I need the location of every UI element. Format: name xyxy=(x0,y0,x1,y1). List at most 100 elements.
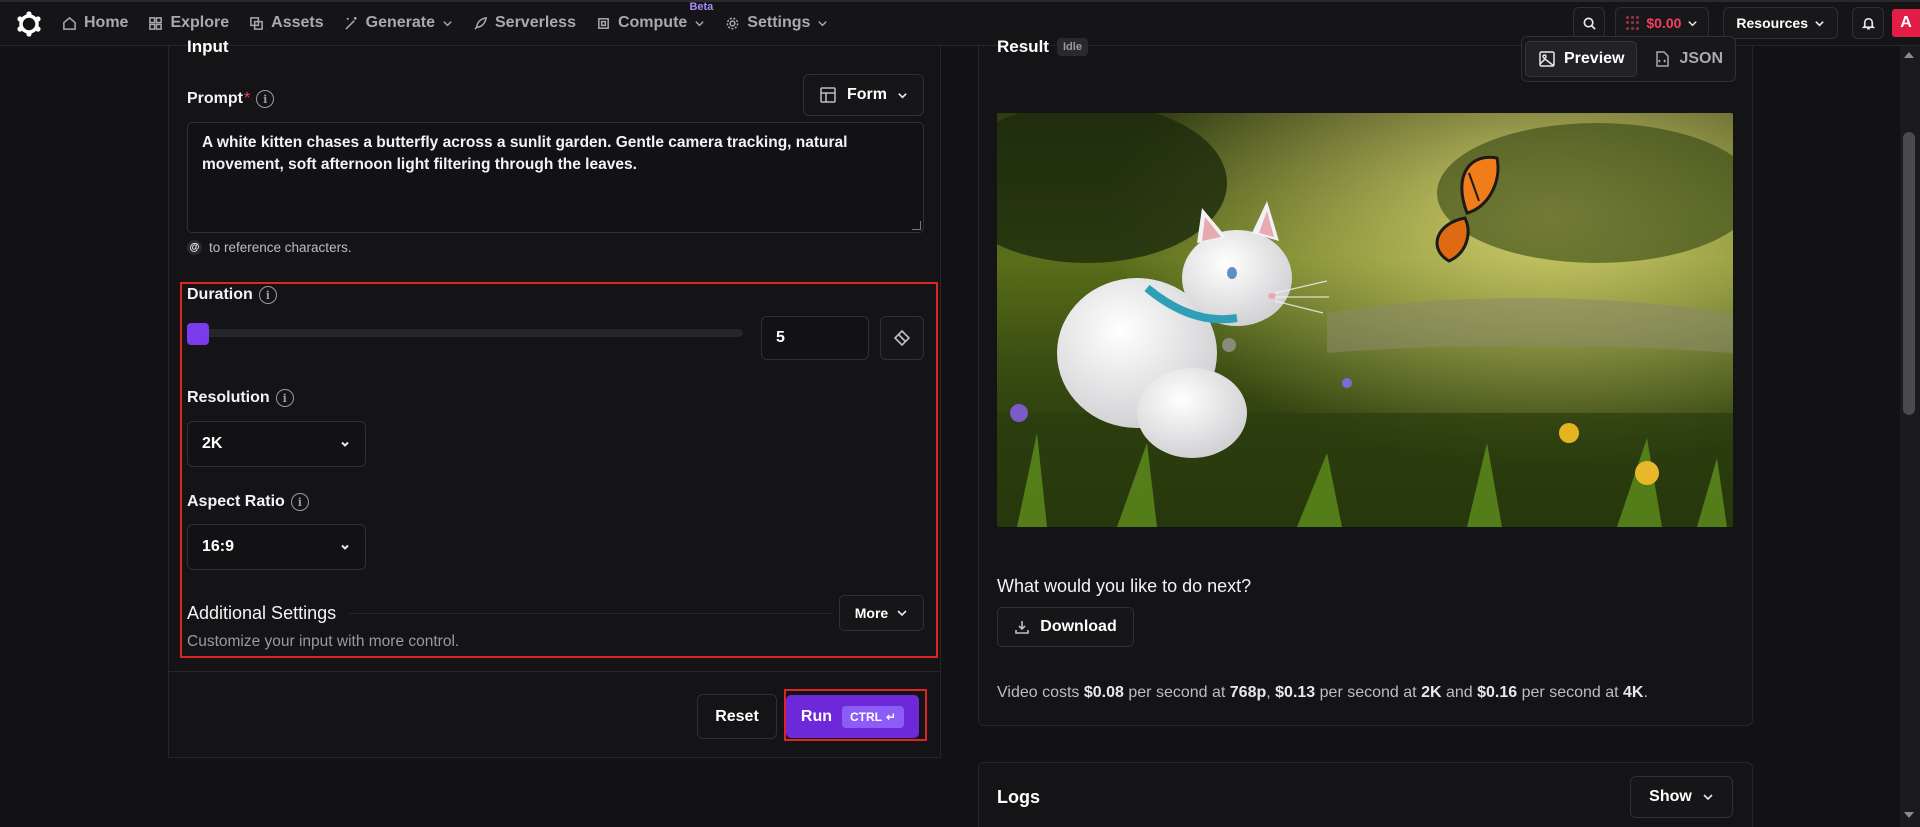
nav-settings-label: Settings xyxy=(747,14,811,31)
home-icon xyxy=(63,16,76,30)
chevron-down-icon xyxy=(443,20,452,26)
chip-icon xyxy=(598,17,609,29)
chevron-down-icon xyxy=(1703,794,1713,801)
tab-preview-label: Preview xyxy=(1564,50,1625,67)
view-tabs: Preview JSON xyxy=(1521,36,1736,82)
reset-button[interactable]: Reset xyxy=(697,694,777,739)
enter-icon: ↵ xyxy=(886,709,897,724)
shortcut-text: CTRL xyxy=(850,709,883,724)
cost-price-4k: $0.16 xyxy=(1477,684,1518,701)
cost-per-second-text: per second at xyxy=(1521,684,1619,701)
nav-assets[interactable]: Assets xyxy=(249,14,324,32)
resize-handle-icon[interactable] xyxy=(912,221,921,230)
reference-hint: @ to reference characters. xyxy=(187,240,352,255)
tab-json[interactable]: JSON xyxy=(1641,41,1735,77)
settings-highlight-box xyxy=(180,282,938,658)
reset-label: Reset xyxy=(715,707,759,725)
nav-settings[interactable]: Settings xyxy=(725,14,828,32)
reference-hint-text: to reference characters. xyxy=(209,240,352,255)
nav-serverless[interactable]: Serverless xyxy=(473,14,576,32)
nav-serverless-label: Serverless xyxy=(495,14,576,31)
assets-icon xyxy=(250,16,264,30)
cost-per-second-text: per second at xyxy=(1128,684,1226,701)
prompt-text: A white kitten chases a butterfly across… xyxy=(202,134,848,173)
scroll-up-icon[interactable] xyxy=(1904,52,1914,58)
file-code-icon xyxy=(1656,51,1670,67)
input-panel: Input Form Prompt * i A white kitten chas… xyxy=(168,37,941,758)
table-icon xyxy=(820,87,836,103)
keyboard-shortcut: CTRL ↵ xyxy=(842,705,905,728)
wand-icon xyxy=(344,16,357,30)
gear-icon xyxy=(726,17,739,29)
comma: , xyxy=(1266,684,1271,701)
tab-json-label: JSON xyxy=(1679,50,1724,67)
grid-icon xyxy=(149,16,163,30)
cost-price-2k: $0.13 xyxy=(1275,684,1316,701)
required-mark: * xyxy=(244,90,251,107)
tab-preview[interactable]: Preview xyxy=(1525,41,1638,77)
beta-badge: Beta xyxy=(689,1,714,13)
search-icon xyxy=(1583,17,1596,30)
cost-price-768p: $0.08 xyxy=(1083,684,1124,701)
logs-panel: Logs Show xyxy=(978,762,1753,827)
resources-button[interactable]: Resources xyxy=(1723,7,1838,39)
cost-info: Video costs $0.08 per second at 768p, $0… xyxy=(997,684,1648,702)
scrollbar-thumb[interactable] xyxy=(1903,132,1915,415)
nav-generate-label: Generate xyxy=(365,14,435,31)
chevron-down-icon xyxy=(695,20,704,26)
status-badge: Idle xyxy=(1057,38,1088,56)
result-panel: Result Idle Preview JSON What would you … xyxy=(978,36,1753,726)
nav-home[interactable]: Home xyxy=(62,14,128,32)
cost-per-second-text: per second at xyxy=(1319,684,1417,701)
chevron-down-icon xyxy=(1688,20,1698,26)
info-icon[interactable]: i xyxy=(256,90,275,108)
form-mode-button[interactable]: Form xyxy=(803,74,924,116)
avatar[interactable]: A xyxy=(1892,9,1920,37)
input-title: Input xyxy=(187,37,229,56)
show-label: Show xyxy=(1649,788,1692,805)
download-button[interactable]: Download xyxy=(997,607,1134,647)
cost-prefix: Video costs xyxy=(997,684,1080,701)
show-logs-button[interactable]: Show xyxy=(1630,776,1733,818)
run-label: Run xyxy=(800,707,833,725)
nav-compute[interactable]: Compute Beta xyxy=(596,1,713,32)
form-mode-label: Form xyxy=(847,86,887,103)
search-button[interactable] xyxy=(1573,7,1606,39)
resources-label: Resources xyxy=(1736,15,1808,31)
period: . xyxy=(1643,684,1648,701)
scroll-down-icon[interactable] xyxy=(1904,812,1914,818)
cost-resolution-2k: 2K xyxy=(1421,684,1442,701)
chevron-down-icon xyxy=(898,92,907,99)
nav-home-label: Home xyxy=(84,14,129,31)
balance-amount: $0.00 xyxy=(1646,15,1682,31)
nav-explore[interactable]: Explore xyxy=(148,14,229,32)
prompt-label-text: Prompt xyxy=(187,90,243,107)
at-icon: @ xyxy=(187,240,202,255)
next-steps-question: What would you like to do next? xyxy=(997,576,1252,596)
bell-icon xyxy=(1861,17,1875,29)
chevron-down-icon xyxy=(1815,20,1824,27)
cost-resolution-768p: 768p xyxy=(1229,684,1267,701)
download-icon xyxy=(1015,621,1030,634)
rocket-icon xyxy=(474,16,488,30)
cost-resolution-4k: 4K xyxy=(1623,684,1644,701)
logo-icon[interactable] xyxy=(16,11,42,37)
divider xyxy=(169,671,940,672)
credits-icon xyxy=(1626,16,1640,30)
prompt-textarea[interactable]: A white kitten chases a butterfly across… xyxy=(187,122,924,233)
cost-and: and xyxy=(1445,684,1473,701)
nav-compute-label: Compute xyxy=(617,14,688,31)
run-button[interactable]: Run CTRL ↵ xyxy=(786,695,919,738)
preview-image xyxy=(997,113,1733,527)
nav-assets-label: Assets xyxy=(271,14,324,31)
balance-button[interactable]: $0.00 xyxy=(1615,7,1710,39)
result-title: Result xyxy=(997,37,1049,56)
kitten-butterfly-image xyxy=(997,113,1733,527)
chevron-down-icon xyxy=(818,20,828,26)
notifications-button[interactable] xyxy=(1852,7,1884,39)
image-icon xyxy=(1539,51,1555,67)
logs-title: Logs xyxy=(997,787,1040,807)
prompt-label: Prompt * i xyxy=(187,90,275,108)
download-label: Download xyxy=(1040,618,1117,635)
nav-generate[interactable]: Generate xyxy=(344,14,453,32)
